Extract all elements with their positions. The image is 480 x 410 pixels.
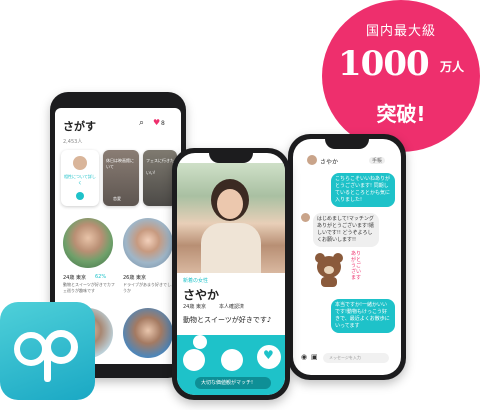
notch bbox=[209, 153, 253, 163]
logo-p-stem bbox=[44, 348, 51, 382]
message-avatar bbox=[301, 213, 310, 222]
like-count: 8 bbox=[161, 120, 165, 127]
card-text: フェスに行きた bbox=[146, 158, 174, 163]
user-desc: ドライブがあまり好きでしょうか bbox=[123, 282, 175, 293]
message-bubble: はじめまして!マッチングありがとうございます!嬉しいです!! どうぞよろしくお願… bbox=[313, 213, 379, 247]
user-meta: 24歳 東京 bbox=[63, 275, 86, 281]
chat-avatar bbox=[307, 155, 317, 165]
gift-button[interactable] bbox=[221, 349, 243, 371]
avatar bbox=[73, 156, 87, 170]
skip-button[interactable] bbox=[183, 349, 205, 371]
badge-unit: 万人 bbox=[440, 60, 465, 74]
chat-screen: さやか 手帳 こちらこそいいねありがとうございます! 同期しているところとかも気… bbox=[293, 139, 401, 375]
profile-photo[interactable] bbox=[177, 163, 285, 273]
message-bubble: 本当ですか!一緒かいいです!動物もけっこう好きで、最近よくお散歩にいってます bbox=[331, 299, 395, 333]
notch bbox=[325, 139, 369, 149]
heart-icon: ♥ bbox=[263, 348, 274, 362]
profile-phone: 新着の女性 さやか 24歳 東京 本人確認済 動物とスイーツが好きです♪ ♥ 大… bbox=[172, 148, 290, 400]
profile-meta: 24歳 東京 bbox=[183, 304, 206, 310]
topic-card[interactable]: 休日は映画館にいて 恋愛 bbox=[103, 150, 139, 206]
user-photo[interactable] bbox=[123, 308, 173, 358]
badge-line1: 国内最大級 bbox=[365, 24, 436, 39]
user-meta: 26歳 東京 bbox=[123, 275, 146, 281]
action-bar: ♥ 大切な価値観がマッチ! bbox=[177, 335, 285, 395]
chat-phone: さやか 手帳 こちらこそいいねありがとうございます! 同期しているところとかも気… bbox=[288, 134, 406, 380]
user-photo[interactable] bbox=[123, 218, 173, 268]
users-count-badge: 国内最大級 1000 万人 突破! bbox=[322, 0, 480, 152]
user-photo[interactable] bbox=[63, 218, 113, 268]
message-input-placeholder: メッセージを入力 bbox=[329, 355, 361, 360]
chat-button[interactable] bbox=[193, 335, 207, 349]
stamp-text: ありがとうございます bbox=[351, 251, 362, 281]
profile-bio: 動物とスイーツが好きです♪ bbox=[183, 316, 272, 324]
add-icon[interactable] bbox=[76, 192, 84, 200]
card-sub: いい! bbox=[146, 170, 156, 175]
like-icon[interactable]: ♥ bbox=[153, 118, 160, 127]
message-bubble: こちらこそいいねありがとうございます! 同期しているところとかも気に入りました! bbox=[331, 173, 395, 207]
profile-screen: 新着の女性 さやか 24歳 東京 本人確認済 動物とスイーツが好きです♪ ♥ 大… bbox=[177, 153, 285, 395]
camera-icon[interactable]: ◉ bbox=[301, 353, 307, 361]
user-percent: 62% bbox=[95, 274, 107, 280]
badge-number: 1000 bbox=[338, 44, 430, 84]
verified-badge: 本人確認済 bbox=[219, 304, 245, 310]
bear-stamp-icon bbox=[315, 253, 345, 287]
badge-line3: 突破! bbox=[376, 102, 426, 126]
recommend-card[interactable]: 相性について詳しく bbox=[61, 150, 99, 206]
search-icon[interactable]: ⌕ bbox=[139, 118, 144, 128]
page-title: さがす bbox=[63, 120, 96, 133]
profile-name: さやか bbox=[183, 288, 220, 302]
chat-header-tag[interactable]: 手帳 bbox=[369, 157, 386, 164]
user-desc: 動物とスイーツが好きでカフェ巡りが趣味です bbox=[63, 282, 115, 293]
card-sub: 恋愛 bbox=[113, 196, 121, 201]
cloud-p-logo-icon bbox=[14, 332, 48, 366]
image-icon[interactable]: ▣ bbox=[311, 353, 318, 361]
app-logo bbox=[0, 302, 95, 400]
card-text: 相性について詳しく bbox=[64, 174, 96, 185]
profile-tag: 新着の女性 bbox=[183, 278, 209, 284]
result-count: 2,453人 bbox=[63, 139, 83, 145]
chat-header-name: さやか bbox=[320, 159, 339, 166]
match-banner-text: 大切な価値観がマッチ! bbox=[201, 380, 254, 386]
card-text: 休日は映画館にいて bbox=[106, 158, 134, 169]
